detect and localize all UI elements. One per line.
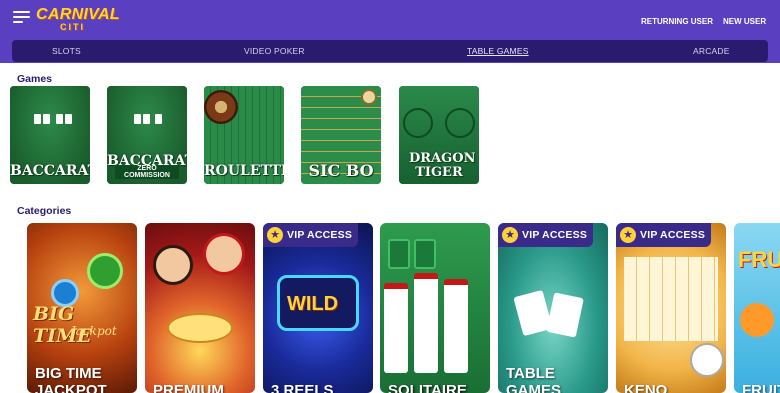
category-title: BIG TIME JACKPOT: [35, 365, 107, 393]
keno-ball-icon: [690, 343, 724, 377]
category-title: FRUIT: [742, 382, 780, 393]
category-title: 3 REELS: [271, 382, 334, 393]
card-icon: [134, 114, 141, 124]
category-title: SOLITAIRE: [388, 382, 467, 393]
card-icon: [56, 114, 63, 124]
category-card-3-reels[interactable]: ★ VIP ACCESS WILD 3 REELS: [263, 223, 373, 393]
new-user-link[interactable]: NEW USER: [723, 17, 766, 26]
keno-board-icon: [624, 257, 718, 341]
card-stack-icon: [444, 279, 468, 373]
category-card-premium[interactable]: PREMIUM: [145, 223, 255, 393]
game-title: DRAGON TIGER: [409, 151, 476, 180]
card-icon: [34, 114, 41, 124]
category-title: KENO: [624, 382, 668, 393]
category-card-keno[interactable]: ★ VIP ACCESS KENO: [616, 223, 726, 393]
category-card-big-time-jackpot[interactable]: BIG TIME Jackpot BIG TIME JACKPOT: [27, 223, 137, 393]
card-icon: [155, 114, 162, 124]
category-card-solitaire[interactable]: SOLITAIRE: [380, 223, 490, 393]
tiger-icon: [445, 108, 475, 138]
game-title: BACCARAT: [10, 163, 90, 179]
category-card-fruit[interactable]: FRU FRUIT: [734, 223, 780, 393]
category-title: PREMIUM: [153, 382, 224, 393]
category-nav: SLOTS VIDEO POKER TABLE GAMES ARCADE: [12, 40, 768, 62]
card-slot-icon: [388, 239, 410, 269]
vip-badge: ★ VIP ACCESS: [263, 223, 359, 247]
vip-label: VIP ACCESS: [522, 229, 588, 241]
game-tile-sic-bo[interactable]: SIC BO: [301, 86, 381, 184]
game-tile-roulette[interactable]: ROULETTE: [204, 86, 284, 184]
game-subtitle: ZERO COMMISSION: [115, 165, 179, 179]
character-icon: [203, 233, 245, 275]
category-card-table-games[interactable]: ★ VIP ACCESS TABLE GAMES: [498, 223, 608, 393]
roulette-wheel-icon: [204, 90, 238, 124]
card-slot-icon: [414, 239, 436, 269]
vip-badge: ★ VIP ACCESS: [498, 223, 594, 247]
card-icon: [43, 114, 50, 124]
games-heading: Games: [17, 73, 53, 85]
tab-table-games[interactable]: TABLE GAMES: [467, 46, 529, 56]
card-icon: [65, 114, 72, 124]
logo-subtext: CITI: [60, 22, 85, 32]
tab-arcade[interactable]: ARCADE: [693, 46, 730, 56]
dragon-icon: [403, 108, 433, 138]
vip-label: VIP ACCESS: [640, 229, 706, 241]
game-tile-dragon-tiger[interactable]: DRAGON TIGER: [399, 86, 479, 184]
card-icon: [143, 114, 150, 124]
vip-badge: ★ VIP ACCESS: [616, 223, 712, 247]
fruit-icon: [740, 303, 774, 337]
game-title: ROULETTE: [204, 163, 284, 179]
star-icon: ★: [620, 227, 636, 243]
chip-icon: [87, 253, 123, 289]
logo[interactable]: CARNIVAL CITI: [36, 4, 120, 34]
card-icon: [546, 292, 584, 338]
vip-label: VIP ACCESS: [287, 229, 353, 241]
star-icon: ★: [502, 227, 518, 243]
game-tile-baccarat-zero-commission[interactable]: BACCARAT ZERO COMMISSION: [107, 86, 187, 184]
game-tile-baccarat[interactable]: BACCARAT: [10, 86, 90, 184]
tab-video-poker[interactable]: VIDEO POKER: [244, 46, 305, 56]
gold-bowl-icon: [167, 313, 233, 343]
character-icon: [153, 245, 193, 285]
category-art-subtext: Jackpot: [71, 324, 117, 338]
card-stack-icon: [384, 283, 408, 373]
category-title: TABLE GAMES: [506, 365, 562, 393]
top-bar: CARNIVAL CITI RETURNING USER NEW USER SL…: [0, 0, 780, 63]
tab-slots[interactable]: SLOTS: [52, 46, 81, 56]
category-art-text: WILD: [287, 293, 339, 315]
returning-user-link[interactable]: RETURNING USER: [641, 17, 713, 26]
category-art-text: FRU: [738, 247, 780, 272]
menu-icon[interactable]: [13, 11, 30, 23]
categories-heading: Categories: [17, 205, 72, 217]
chip-icon: [361, 89, 377, 105]
game-title: SIC BO: [308, 161, 374, 180]
card-stack-icon: [414, 273, 438, 373]
star-icon: ★: [267, 227, 283, 243]
